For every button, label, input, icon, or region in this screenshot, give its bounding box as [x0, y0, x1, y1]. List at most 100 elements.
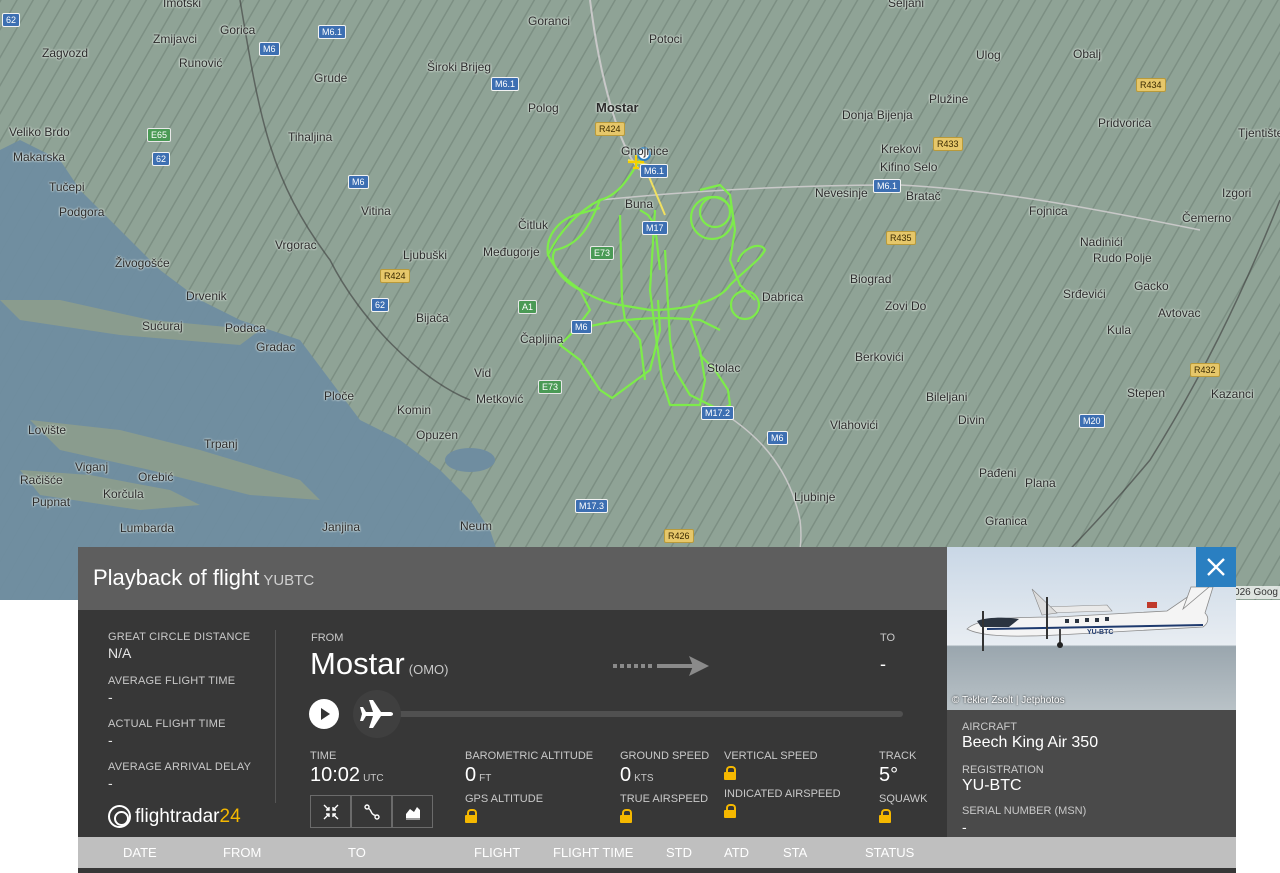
stat-great-circle-distance: GREAT CIRCLE DISTANCE N/A	[108, 631, 250, 661]
registration-value: YU-BTC	[962, 777, 1022, 794]
road-shield: M6.1	[640, 164, 669, 178]
place-label: Obalj	[1073, 47, 1102, 61]
place-label: Dabrica	[762, 290, 804, 304]
to-airport: -	[880, 654, 886, 674]
place-label: Krekovi	[881, 142, 922, 156]
place-label: Stolac	[707, 361, 741, 375]
route-icon	[363, 803, 380, 820]
aircraft-photo[interactable]: YU-BTC © Tekler Zsolt | Jetphotos	[947, 547, 1236, 710]
road-shield: R426	[664, 529, 694, 543]
place-label: Rudo Polje	[1093, 251, 1152, 265]
place-label: Zmijavci	[153, 32, 197, 46]
to-label: TO	[880, 632, 896, 644]
flightradar24-logo[interactable]: flightradar24	[108, 805, 241, 828]
col-to[interactable]: TO	[348, 845, 366, 860]
place-label: Drvenik	[186, 289, 227, 303]
place-label: Tučepi	[49, 180, 85, 194]
place-label: Mostar	[596, 100, 639, 115]
time-unit: UTC	[363, 773, 384, 784]
play-button[interactable]	[309, 699, 339, 729]
col-date[interactable]: DATE	[123, 845, 157, 860]
route-and-playback: FROM Mostar (OMO) TO - TIME 10:02 UTC BARO…	[276, 610, 947, 837]
place-label: Podgora	[59, 205, 105, 219]
place-label: Plana	[1025, 476, 1056, 490]
place-label: Viganj	[75, 460, 109, 474]
road-shield: M17.3	[575, 499, 609, 513]
road-shield: M20	[1079, 414, 1105, 428]
lock-icon[interactable]	[724, 766, 736, 780]
place-label: Opuzen	[416, 428, 459, 442]
place-label: Međugorje	[483, 245, 540, 259]
panel-title-text: Playback of flight	[93, 565, 260, 590]
road-shield: R424	[380, 269, 410, 283]
road-shield: M6.1	[318, 25, 347, 39]
col-status[interactable]: STATUS	[865, 845, 914, 860]
map-view[interactable]: Imotski Goranci Seljani Zagvozd Zmijavci Gori…	[0, 0, 1280, 600]
road-shield: M17	[642, 221, 668, 235]
lock-icon[interactable]	[724, 804, 736, 818]
gs-unit: KTS	[634, 773, 654, 784]
stat-average-arrival-delay: AVERAGE ARRIVAL DELAY -	[108, 761, 251, 791]
col-atd[interactable]: ATD	[724, 845, 749, 860]
graph-icon	[405, 806, 420, 819]
place-label: Lovište	[28, 423, 67, 437]
place-label: Živogošće	[115, 256, 170, 270]
col-flight-time[interactable]: FLIGHT TIME	[553, 845, 633, 860]
place-label: Široki Brijeg	[427, 60, 492, 74]
time-metric: TIME 10:02 UTC	[310, 750, 384, 787]
place-label: Srđevići	[1063, 287, 1106, 301]
road-shield: E73	[590, 246, 615, 260]
track-metric: TRACK 5°	[879, 750, 916, 787]
aircraft-value: Beech King Air 350	[962, 734, 1099, 751]
view-toolbar	[310, 795, 433, 828]
stat-label: ACTUAL FLIGHT TIME	[108, 718, 226, 730]
col-from[interactable]: FROM	[223, 845, 261, 860]
place-label: Donja Bijenja	[842, 108, 913, 122]
baro-value: 0	[465, 764, 477, 786]
photo-credit[interactable]: © Tekler Zsolt | Jetphotos	[952, 695, 1065, 706]
road-shield: M6	[767, 431, 788, 445]
col-std[interactable]: STD	[666, 845, 692, 860]
place-label: Tjentište	[1238, 126, 1280, 140]
gs-label: GROUND SPEED	[620, 750, 710, 762]
place-label: Buna	[625, 197, 654, 211]
road-shield: E65	[147, 128, 172, 142]
place-label: Orebić	[138, 470, 174, 484]
panel-header: Playback of flight YUBTC	[78, 547, 947, 610]
fit-view-button[interactable]	[310, 795, 351, 828]
altitude-graph-button[interactable]	[392, 795, 433, 828]
radar-icon	[108, 805, 131, 828]
indicated-airspeed-metric: INDICATED AIRSPEED	[724, 788, 841, 823]
route-view-button[interactable]	[351, 795, 392, 828]
close-button[interactable]	[1196, 547, 1236, 587]
squawk-label: SQUAWK	[879, 793, 928, 805]
place-label: Neum	[460, 519, 493, 533]
place-label: Ploče	[324, 389, 355, 403]
place-label: Vitina	[361, 204, 391, 218]
lock-icon[interactable]	[879, 809, 891, 823]
timeline-handle[interactable]	[353, 690, 401, 738]
road-shield: R432	[1190, 363, 1220, 377]
col-sta[interactable]: STA	[783, 845, 807, 860]
place-label: Gorica	[220, 23, 256, 37]
place-label: Nadinići	[1080, 235, 1123, 249]
road-shield: 62	[152, 152, 171, 166]
road-shield: R435	[886, 231, 916, 245]
place-label: Veliko Brdo	[9, 125, 70, 139]
place-label: Stepen	[1127, 386, 1166, 400]
place-label: Zovi Do	[885, 299, 927, 313]
place-label: Seljani	[888, 0, 925, 10]
place-label: Runović	[179, 56, 223, 70]
photo-registration: YU-BTC	[1087, 629, 1114, 636]
lock-icon[interactable]	[620, 809, 632, 823]
gs-value: 0	[620, 764, 632, 786]
place-label: Imotski	[163, 0, 202, 10]
place-label: Kazanci	[1211, 387, 1254, 401]
lock-icon[interactable]	[465, 809, 477, 823]
place-label: Biograd	[850, 272, 892, 286]
place-label: Plužine	[929, 92, 969, 106]
col-flight[interactable]: FLIGHT	[474, 845, 520, 860]
place-label: Divin	[958, 413, 985, 427]
place-label: Janjina	[322, 520, 361, 534]
playback-timeline[interactable]	[356, 711, 903, 717]
